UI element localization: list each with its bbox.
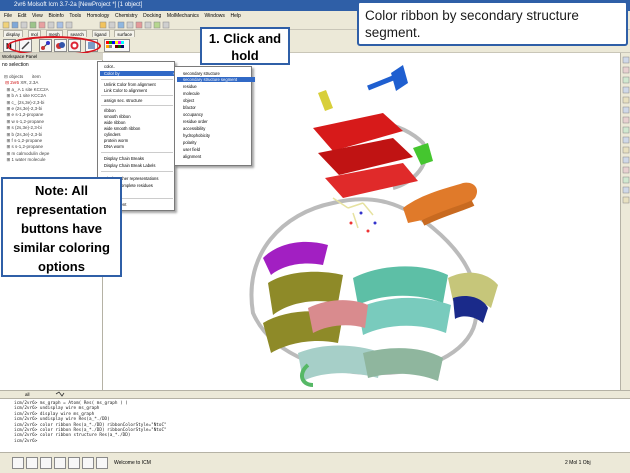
- submenu-item-molecule[interactable]: molecule: [183, 91, 200, 96]
- menu-item-protein-worm[interactable]: protein worm: [104, 138, 128, 143]
- submenu-item-bfactor[interactable]: bfactor: [183, 105, 196, 110]
- menu-windows[interactable]: Windows: [205, 11, 225, 21]
- callout-color-ribbon: Color ribbon by secondary structure segm…: [357, 1, 628, 46]
- menu-item-smooth-ribbon[interactable]: smooth ribbon: [104, 114, 131, 119]
- tree-item[interactable]: ⊞ 1 water molecule: [4, 157, 102, 163]
- window-title: 2vr6 Molsoft Icm 3.7-2a [NewProject *] […: [14, 2, 143, 8]
- menu-item-wide-smooth-ribbon[interactable]: wide smooth ribbon: [104, 126, 140, 131]
- status-object-count: 2 Mol 1 Obj: [565, 460, 591, 466]
- submenu-item-polarity[interactable]: polarity: [183, 140, 197, 145]
- status-icon-2[interactable]: [26, 457, 38, 469]
- color-palette-button[interactable]: [104, 39, 130, 52]
- status-icon-6[interactable]: [82, 457, 94, 469]
- color-by-submenu: secondary structure secondary structure …: [174, 66, 255, 166]
- status-icon-1[interactable]: [12, 457, 24, 469]
- menu-item-cylinders[interactable]: cylinders: [104, 132, 121, 137]
- status-welcome: Welcome to ICM: [114, 460, 151, 466]
- menu-item-assign-sec-structure[interactable]: assign sec. structure: [104, 98, 142, 103]
- menu-view[interactable]: View: [32, 11, 43, 21]
- submenu-item-secondary-structure-segment[interactable]: secondary structure segment: [177, 77, 255, 82]
- console-prompt[interactable]: icm/2vr6>: [14, 439, 630, 444]
- menu-item-dna-worm[interactable]: DNA worm: [104, 144, 124, 149]
- menu-item-display-chain-breaks[interactable]: Display Chain Breaks: [104, 156, 144, 161]
- menu-docking[interactable]: Docking: [143, 11, 161, 21]
- submenu-item-object[interactable]: object: [183, 98, 194, 103]
- submenu-item-accessibility[interactable]: accessibility: [183, 126, 205, 131]
- menu-separator: [101, 105, 173, 106]
- status-icon-3[interactable]: [40, 457, 52, 469]
- menu-edit[interactable]: Edit: [18, 11, 27, 21]
- menu-tools[interactable]: Tools: [69, 11, 81, 21]
- submenu-item-residue-order[interactable]: residue order: [183, 119, 208, 124]
- object-tree[interactable]: ⊟ objects item ⊟ 2vr6 XR, 2.3A ⊞ a_ A 1 …: [4, 74, 102, 164]
- selection-status: no selection: [2, 62, 29, 68]
- submenu-item-residue[interactable]: residue: [183, 84, 197, 89]
- submenu-item-alignment[interactable]: alignment: [183, 154, 201, 159]
- menu-chemistry[interactable]: Chemistry: [115, 11, 138, 21]
- menu-separator: [101, 152, 173, 153]
- menu-item-wide-ribbon[interactable]: wide ribbon: [104, 120, 125, 125]
- status-icon-5[interactable]: [68, 457, 80, 469]
- menu-bioinfo[interactable]: Bioinfo: [48, 11, 63, 21]
- menu-item-color-by[interactable]: Color by ›: [100, 71, 176, 76]
- status-bar: Welcome to ICM 2 Mol 1 Obj: [0, 452, 630, 473]
- right-toolbar: [620, 53, 630, 390]
- menu-separator: [101, 95, 173, 96]
- submenu-item-occupancy[interactable]: occupancy: [183, 112, 203, 117]
- submenu-item-secondary-structure[interactable]: secondary structure: [183, 71, 220, 76]
- command-console[interactable]: icm/2vr6> ms_graph = Atom( Res( ms_graph…: [0, 398, 630, 452]
- bottom-tabs: all: [0, 390, 630, 398]
- menu-item-unlink-color[interactable]: Unlink Color from alignment: [104, 82, 156, 87]
- menu-file[interactable]: File: [4, 11, 12, 21]
- submenu-item-user-field[interactable]: user field: [183, 147, 200, 152]
- menu-item-color[interactable]: color..: [104, 64, 115, 69]
- menu-help[interactable]: Help: [231, 11, 241, 21]
- submenu-item-hydrophobicity[interactable]: hydrophobicity: [183, 133, 210, 138]
- menu-homology[interactable]: Homology: [87, 11, 110, 21]
- menu-separator: [101, 79, 173, 80]
- menu-molmechanics[interactable]: MolMechanics: [167, 11, 199, 21]
- menu-separator: [101, 171, 173, 172]
- right-toolbar-icons[interactable]: [621, 53, 630, 390]
- palette-icon: [106, 41, 124, 48]
- toolbar-icons[interactable]: [0, 21, 200, 30]
- status-icon-4[interactable]: [54, 457, 66, 469]
- menu-item-display-chain-break-labels[interactable]: Display Chain Break Labels: [104, 163, 155, 168]
- menu-item-link-color[interactable]: Link Color to alignment: [104, 88, 147, 93]
- workspace-header: Workspace Panel: [0, 53, 103, 60]
- callout-note: Note: All representation buttons have si…: [1, 177, 122, 277]
- status-icon-7[interactable]: [96, 457, 108, 469]
- menu-item-ribbon[interactable]: ribbon: [104, 108, 116, 113]
- callout-click-hold: 1. Click and hold: [200, 27, 290, 65]
